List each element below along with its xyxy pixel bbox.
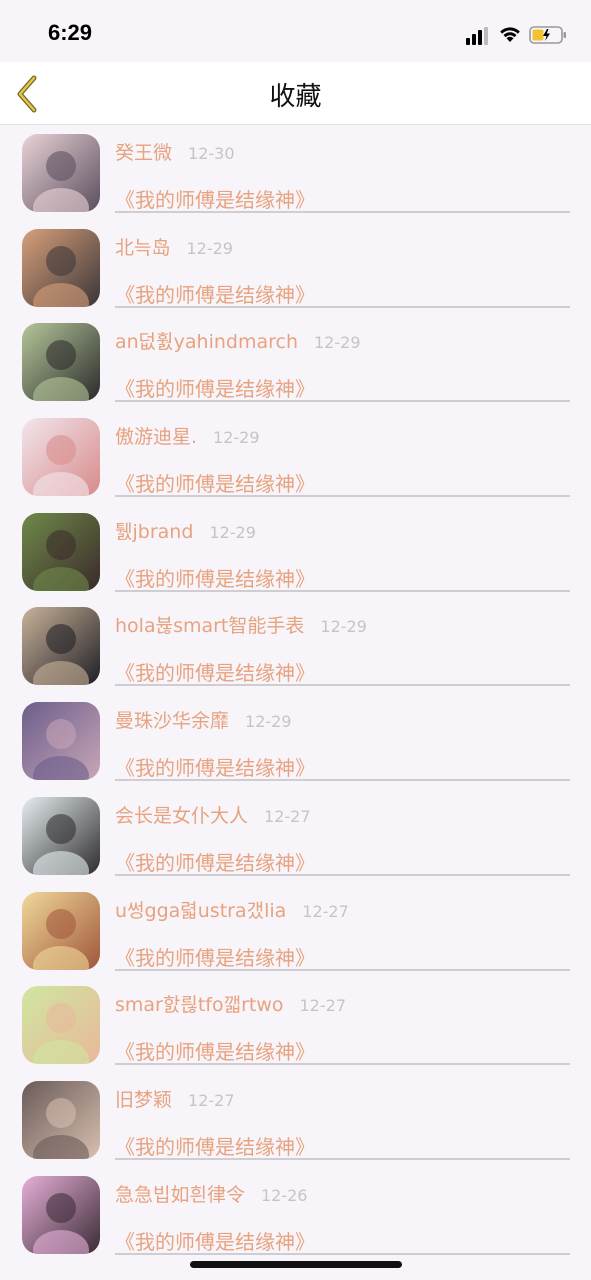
book-title-link[interactable]: 《我的师傅是结缘神》 bbox=[115, 468, 315, 497]
avatar[interactable] bbox=[22, 1175, 100, 1254]
date-label: 12-29 bbox=[314, 333, 361, 353]
user-name: 曼珠沙华余靡 12-29 bbox=[115, 706, 292, 733]
list-item[interactable]: u썽gga렯ustra갰lia 12-27 《我的师傅是结缘神》 bbox=[0, 883, 591, 978]
date-label: 12-29 bbox=[186, 238, 233, 258]
book-title-link[interactable]: 《我的师傅是结缘神》 bbox=[115, 1226, 315, 1255]
date-label: 12-29 bbox=[245, 712, 292, 732]
date-label: 12-30 bbox=[188, 144, 235, 163]
divider bbox=[115, 684, 570, 687]
user-name-text: smar핤릖tfo깳rtwo bbox=[115, 994, 284, 1017]
user-name-text: hola뷶smart智能手表 bbox=[115, 615, 305, 638]
user-name-text: 曼珠沙华余靡 bbox=[115, 710, 230, 733]
list-item[interactable]: 会长是女仆大人 12-27 《我的师傅是结缘神》 bbox=[0, 788, 591, 883]
divider bbox=[115, 589, 570, 592]
avatar[interactable] bbox=[22, 891, 100, 970]
book-title-link[interactable]: 《我的师傅是结缘神》 bbox=[115, 279, 315, 308]
user-name-text: 癸王微 bbox=[115, 142, 173, 164]
avatar[interactable] bbox=[22, 796, 100, 875]
list-item[interactable]: 傲游迪星. 12-29 《我的师傅是结缘神》 bbox=[0, 409, 591, 504]
list-item[interactable]: 北늑岛 12-29 《我的师傅是结缘神》 bbox=[0, 220, 591, 315]
date-label: 12-29 bbox=[320, 617, 367, 637]
list-item[interactable]: smar핤릖tfo깳rtwo 12-27 《我的师傅是结缘神》 bbox=[0, 977, 591, 1072]
cellular-signal-icon bbox=[466, 27, 488, 45]
home-indicator bbox=[190, 1261, 402, 1268]
navigation-bar: 收藏 bbox=[0, 62, 591, 125]
avatar[interactable] bbox=[22, 134, 100, 212]
user-name-text: an덦훬yahindmarch bbox=[115, 331, 298, 354]
book-title-link[interactable]: 《我的师傅是结缘神》 bbox=[115, 1036, 315, 1065]
list-item[interactable]: an덦훬yahindmarch 12-29 《我的师傅是结缘神》 bbox=[0, 314, 591, 409]
list-item[interactable]: hola뷶smart智能手表 12-29 《我的师傅是结缘神》 bbox=[0, 598, 591, 693]
book-title-link[interactable]: 《我的师傅是结缘神》 bbox=[115, 1131, 315, 1160]
date-label: 12-29 bbox=[209, 522, 256, 542]
user-name-text: 傲游迪星. bbox=[115, 426, 198, 449]
divider bbox=[115, 211, 570, 213]
divider bbox=[115, 1157, 570, 1160]
user-name-text: 旧梦颖 bbox=[115, 1088, 173, 1111]
divider bbox=[115, 305, 570, 308]
status-time: 6:29 bbox=[48, 20, 93, 45]
list-item[interactable]: 急急빕如흰律令 12-26 《我的师傅是结缘神》 bbox=[0, 1167, 591, 1262]
divider bbox=[115, 400, 570, 403]
user-name: 傲游迪星. 12-29 bbox=[115, 422, 260, 449]
list-item[interactable]: 曼珠沙华余靡 12-29 《我的师傅是结缘神》 bbox=[0, 693, 591, 788]
page-title: 收藏 bbox=[269, 82, 322, 112]
book-title-link[interactable]: 《我的师傅是结缘神》 bbox=[115, 184, 315, 213]
divider bbox=[115, 779, 570, 782]
avatar[interactable] bbox=[22, 418, 100, 497]
book-title-link[interactable]: 《我的师傅是结缘神》 bbox=[115, 752, 315, 781]
book-title-link[interactable]: 《我的师傅是结缘神》 bbox=[115, 373, 315, 402]
date-label: 12-27 bbox=[264, 806, 311, 826]
avatar[interactable] bbox=[22, 512, 100, 591]
date-label: 12-29 bbox=[213, 428, 260, 448]
date-label: 12-27 bbox=[188, 1090, 235, 1110]
book-title-link[interactable]: 《我的师傅是结缘神》 bbox=[115, 657, 315, 686]
avatar[interactable] bbox=[22, 702, 100, 781]
list-item[interactable]: 旧梦颖 12-27 《我的师傅是结缘神》 bbox=[0, 1072, 591, 1167]
divider bbox=[115, 968, 570, 971]
avatar[interactable] bbox=[22, 228, 100, 307]
date-label: 12-27 bbox=[299, 996, 347, 1016]
favorites-list: 癸王微 12-30 《我的师傅是结缘神》 北늑岛 12-29 《我的师傅是结缘神》 an덦훬… bbox=[0, 125, 591, 1261]
user-name: 旧梦颖 12-27 bbox=[115, 1085, 235, 1112]
divider bbox=[115, 1063, 570, 1066]
user-name: an덦훬yahindmarch 12-29 bbox=[115, 327, 361, 354]
battery-icon bbox=[529, 26, 566, 44]
list-item[interactable]: 퉰jbrand 12-29 《我的师傅是结缘神》 bbox=[0, 504, 591, 599]
book-title-link[interactable]: 《我的师傅是结缘神》 bbox=[115, 563, 315, 592]
user-name: 急急빕如흰律令 12-26 bbox=[115, 1180, 307, 1207]
user-name-text: 北늑岛 bbox=[115, 236, 171, 259]
avatar[interactable] bbox=[22, 986, 100, 1065]
user-name: 퉰jbrand 12-29 bbox=[115, 517, 256, 544]
user-name-text: 急急빕如흰律令 bbox=[115, 1183, 245, 1206]
book-title-link[interactable]: 《我的师傅是结缘神》 bbox=[115, 942, 315, 971]
divider bbox=[115, 873, 570, 876]
user-name: u썽gga렯ustra갰lia 12-27 bbox=[115, 896, 349, 923]
avatar[interactable] bbox=[22, 323, 100, 402]
status-bar: 6:29 bbox=[0, 0, 591, 62]
date-label: 12-26 bbox=[260, 1185, 308, 1205]
avatar[interactable] bbox=[22, 607, 100, 686]
user-name: smar핤릖tfo깳rtwo 12-27 bbox=[115, 990, 346, 1017]
divider bbox=[115, 495, 570, 498]
user-name-text: u썽gga렯ustra갰lia bbox=[115, 899, 287, 922]
list-item[interactable]: 癸王微 12-30 《我的师傅是结缘神》 bbox=[0, 125, 591, 220]
wifi-icon bbox=[500, 27, 520, 42]
date-label: 12-27 bbox=[302, 901, 349, 921]
user-name: 癸王微 12-30 bbox=[115, 138, 235, 165]
user-name-text: 会长是女仆大人 bbox=[115, 804, 249, 827]
user-name: 北늑岛 12-29 bbox=[115, 233, 233, 260]
divider bbox=[115, 1252, 570, 1255]
user-name-text: 퉰jbrand bbox=[115, 520, 194, 543]
avatar[interactable] bbox=[22, 1080, 100, 1159]
book-title-link[interactable]: 《我的师傅是结缘神》 bbox=[115, 847, 315, 876]
user-name: hola뷶smart智能手表 12-29 bbox=[115, 611, 367, 638]
user-name: 会长是女仆大人 12-27 bbox=[115, 801, 311, 828]
